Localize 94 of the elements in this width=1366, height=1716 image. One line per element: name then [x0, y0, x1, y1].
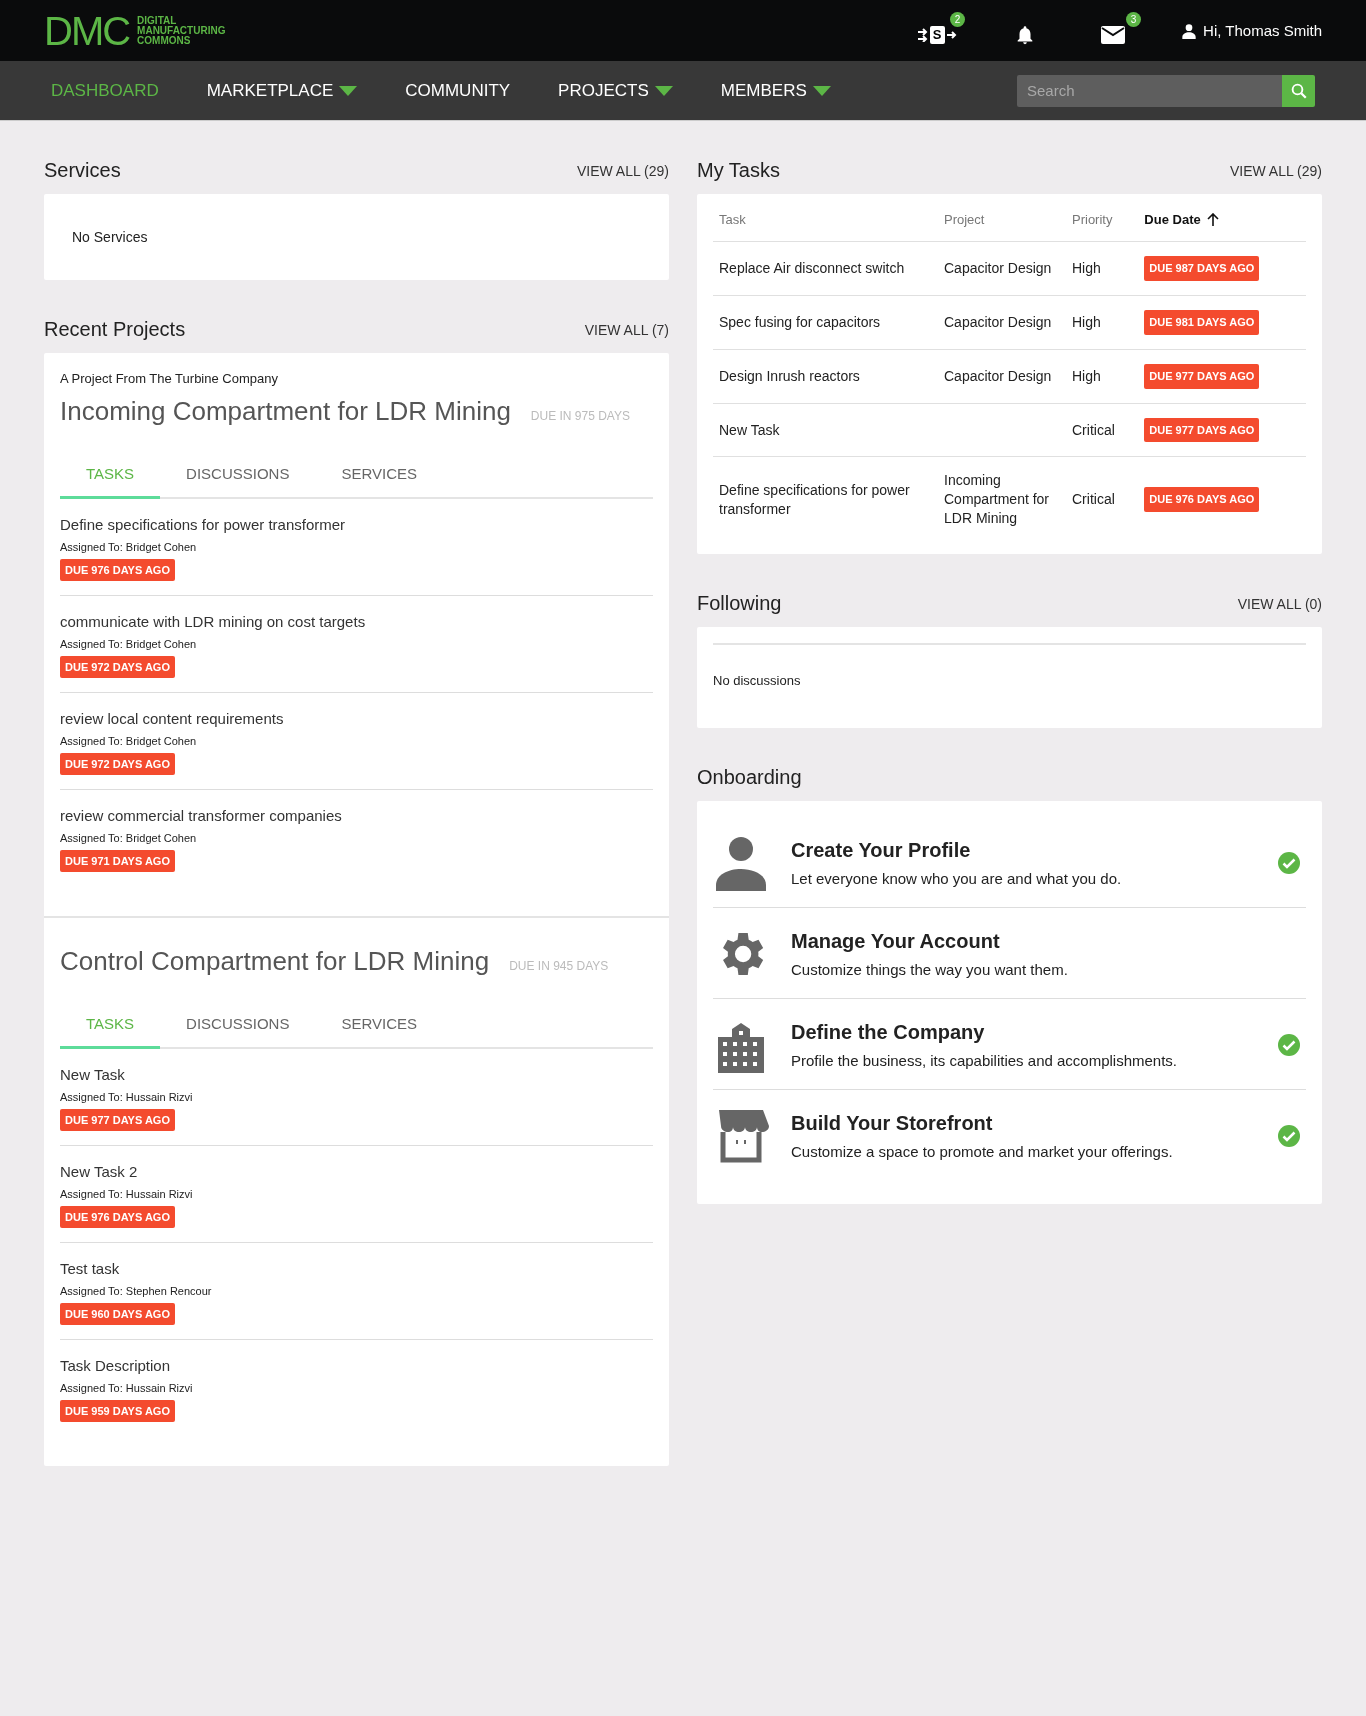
step-title[interactable]: Define the Company — [791, 1021, 1272, 1045]
due-badge: DUE 976 DAYS AGO — [60, 559, 175, 581]
person-icon — [713, 835, 769, 892]
user-menu[interactable]: Hi, Thomas Smith — [1181, 22, 1322, 39]
due-badge: DUE 960 DAYS AGO — [60, 1303, 175, 1325]
due-badge: DUE 971 DAYS AGO — [60, 850, 175, 872]
search-icon — [1289, 81, 1308, 100]
project-due: DUE IN 975 DAYS — [530, 409, 630, 423]
assignee: Assigned To: Bridget Cohen — [60, 832, 198, 844]
table-cell: Define specifications for power transformer — [713, 456, 938, 543]
task-title[interactable]: Task Description — [60, 1357, 653, 1374]
nav-item[interactable]: DASHBOARD — [51, 80, 159, 101]
column-header[interactable]: Project — [938, 194, 1066, 242]
nav-item[interactable]: PROJECTS — [558, 80, 673, 101]
assignee: Assigned To: Hussain Rizvi — [60, 1188, 194, 1200]
due-badge: DUE 972 DAYS AGO — [60, 656, 175, 678]
search-button[interactable] — [1282, 74, 1315, 107]
task-title[interactable]: communicate with LDR mining on cost targets — [60, 613, 653, 630]
due-badge: DUE 959 DAYS AGO — [60, 1400, 175, 1422]
column-header[interactable]: Task — [713, 194, 938, 242]
step-description: Customize things the way you want them. — [791, 961, 1069, 979]
table-cell: High — [1066, 241, 1139, 296]
table-cell: Capacitor Design — [938, 295, 1066, 350]
task-title[interactable]: review local content requirements — [60, 710, 653, 727]
due-badge: DUE 977 DAYS AGO — [1144, 363, 1260, 389]
tab[interactable]: DISCUSSIONS — [160, 457, 316, 499]
table-cell: Design Inrush reactors — [713, 349, 938, 404]
step-description: Profile the business, its capabilities and accomplishments. — [791, 1052, 1179, 1070]
project-owner: A Project From The Turbine Company — [60, 371, 279, 386]
tab[interactable]: SERVICES — [315, 457, 444, 499]
section-title: Onboarding — [697, 766, 802, 790]
count-badge: 3 — [1126, 11, 1142, 27]
task-title[interactable]: Define specifications for power transformer — [60, 516, 653, 533]
section-title: Following — [697, 592, 782, 616]
table-cell: Replace Air disconnect switch — [713, 241, 938, 296]
section-title: Recent Projects — [44, 318, 186, 341]
search-field[interactable]: Search — [1017, 74, 1282, 107]
step-title[interactable]: Create Your Profile — [791, 839, 1272, 863]
assignee: Assigned To: Stephen Rencour — [60, 1285, 213, 1297]
task-title[interactable]: New Task — [60, 1066, 653, 1083]
step-title[interactable]: Build Your Storefront — [791, 1112, 1272, 1136]
table-cell: New Task — [713, 403, 938, 457]
section-title: My Tasks — [697, 159, 780, 182]
person-icon — [1181, 22, 1198, 39]
task-title[interactable]: New Task 2 — [60, 1163, 653, 1180]
due-badge: DUE 981 DAYS AGO — [1144, 309, 1260, 335]
view-all-link[interactable]: VIEW ALL (7) — [584, 321, 669, 338]
due-badge: DUE 987 DAYS AGO — [1144, 256, 1260, 281]
arrows-icon — [917, 27, 928, 42]
nav-item[interactable]: MARKETPLACE — [206, 80, 358, 101]
nav-item[interactable]: MEMBERS — [720, 80, 831, 101]
view-all-link[interactable]: VIEW ALL (0) — [1237, 595, 1322, 612]
due-badge: DUE 976 DAYS AGO — [1144, 487, 1260, 513]
table-cell: High — [1066, 295, 1139, 350]
letter-tile: S — [929, 25, 945, 44]
assignee: Assigned To: Bridget Cohen — [60, 735, 198, 747]
task-title[interactable]: review commercial transformer companies — [60, 807, 653, 824]
step-description: Customize a space to promote and market your offerings. — [791, 1143, 1174, 1161]
table-cell: Capacitor Design — [938, 241, 1066, 296]
assignee: Assigned To: Bridget Cohen — [60, 638, 198, 650]
assignee: Assigned To: Hussain Rizvi — [60, 1382, 194, 1394]
due-badge: DUE 977 DAYS AGO — [1144, 417, 1260, 443]
tab[interactable]: SERVICES — [315, 1007, 444, 1049]
step-description: Let everyone know who you are and what you do. — [791, 870, 1123, 888]
table-cell: Critical — [1066, 403, 1139, 457]
empty-message: No discussions — [713, 672, 802, 691]
envelope-icon — [1101, 24, 1126, 45]
tab[interactable]: DISCUSSIONS — [160, 1007, 316, 1049]
view-all-link[interactable]: VIEW ALL (29) — [576, 162, 669, 179]
due-badge: DUE 972 DAYS AGO — [60, 753, 175, 775]
project-title[interactable]: Control Compartment for LDR Mining — [60, 946, 490, 977]
table-cell: Spec fusing for capacitors — [713, 295, 938, 350]
table-cell: Critical — [1066, 456, 1139, 543]
table-cell: High — [1066, 349, 1139, 404]
column-header[interactable]: Due Date — [1138, 194, 1306, 242]
column-header[interactable]: Priority — [1066, 194, 1139, 242]
table-cell: Incoming Compartment for LDR Mining — [938, 456, 1066, 543]
count-badge: 2 — [950, 11, 966, 27]
arrow-icon — [946, 29, 957, 40]
step-title[interactable]: Manage Your Account — [791, 930, 1306, 954]
empty-message: No Services — [71, 228, 149, 247]
assignee: Assigned To: Hussain Rizvi — [60, 1091, 194, 1103]
transfer-button[interactable]: S 2 — [917, 11, 966, 50]
project-due: DUE IN 945 DAYS — [509, 959, 609, 973]
table-cell: Capacitor Design — [938, 349, 1066, 404]
section-title: Services — [44, 159, 121, 182]
due-badge: DUE 976 DAYS AGO — [60, 1206, 175, 1228]
arrow-up-icon — [1206, 213, 1219, 226]
project-title[interactable]: Incoming Compartment for LDR Mining — [60, 396, 511, 427]
assignee: Assigned To: Bridget Cohen — [60, 541, 198, 553]
nav-item[interactable]: COMMUNITY — [405, 80, 511, 101]
due-badge: DUE 977 DAYS AGO — [60, 1109, 175, 1131]
view-all-link[interactable]: VIEW ALL (29) — [1229, 162, 1322, 179]
task-title[interactable]: Test task — [60, 1260, 653, 1277]
